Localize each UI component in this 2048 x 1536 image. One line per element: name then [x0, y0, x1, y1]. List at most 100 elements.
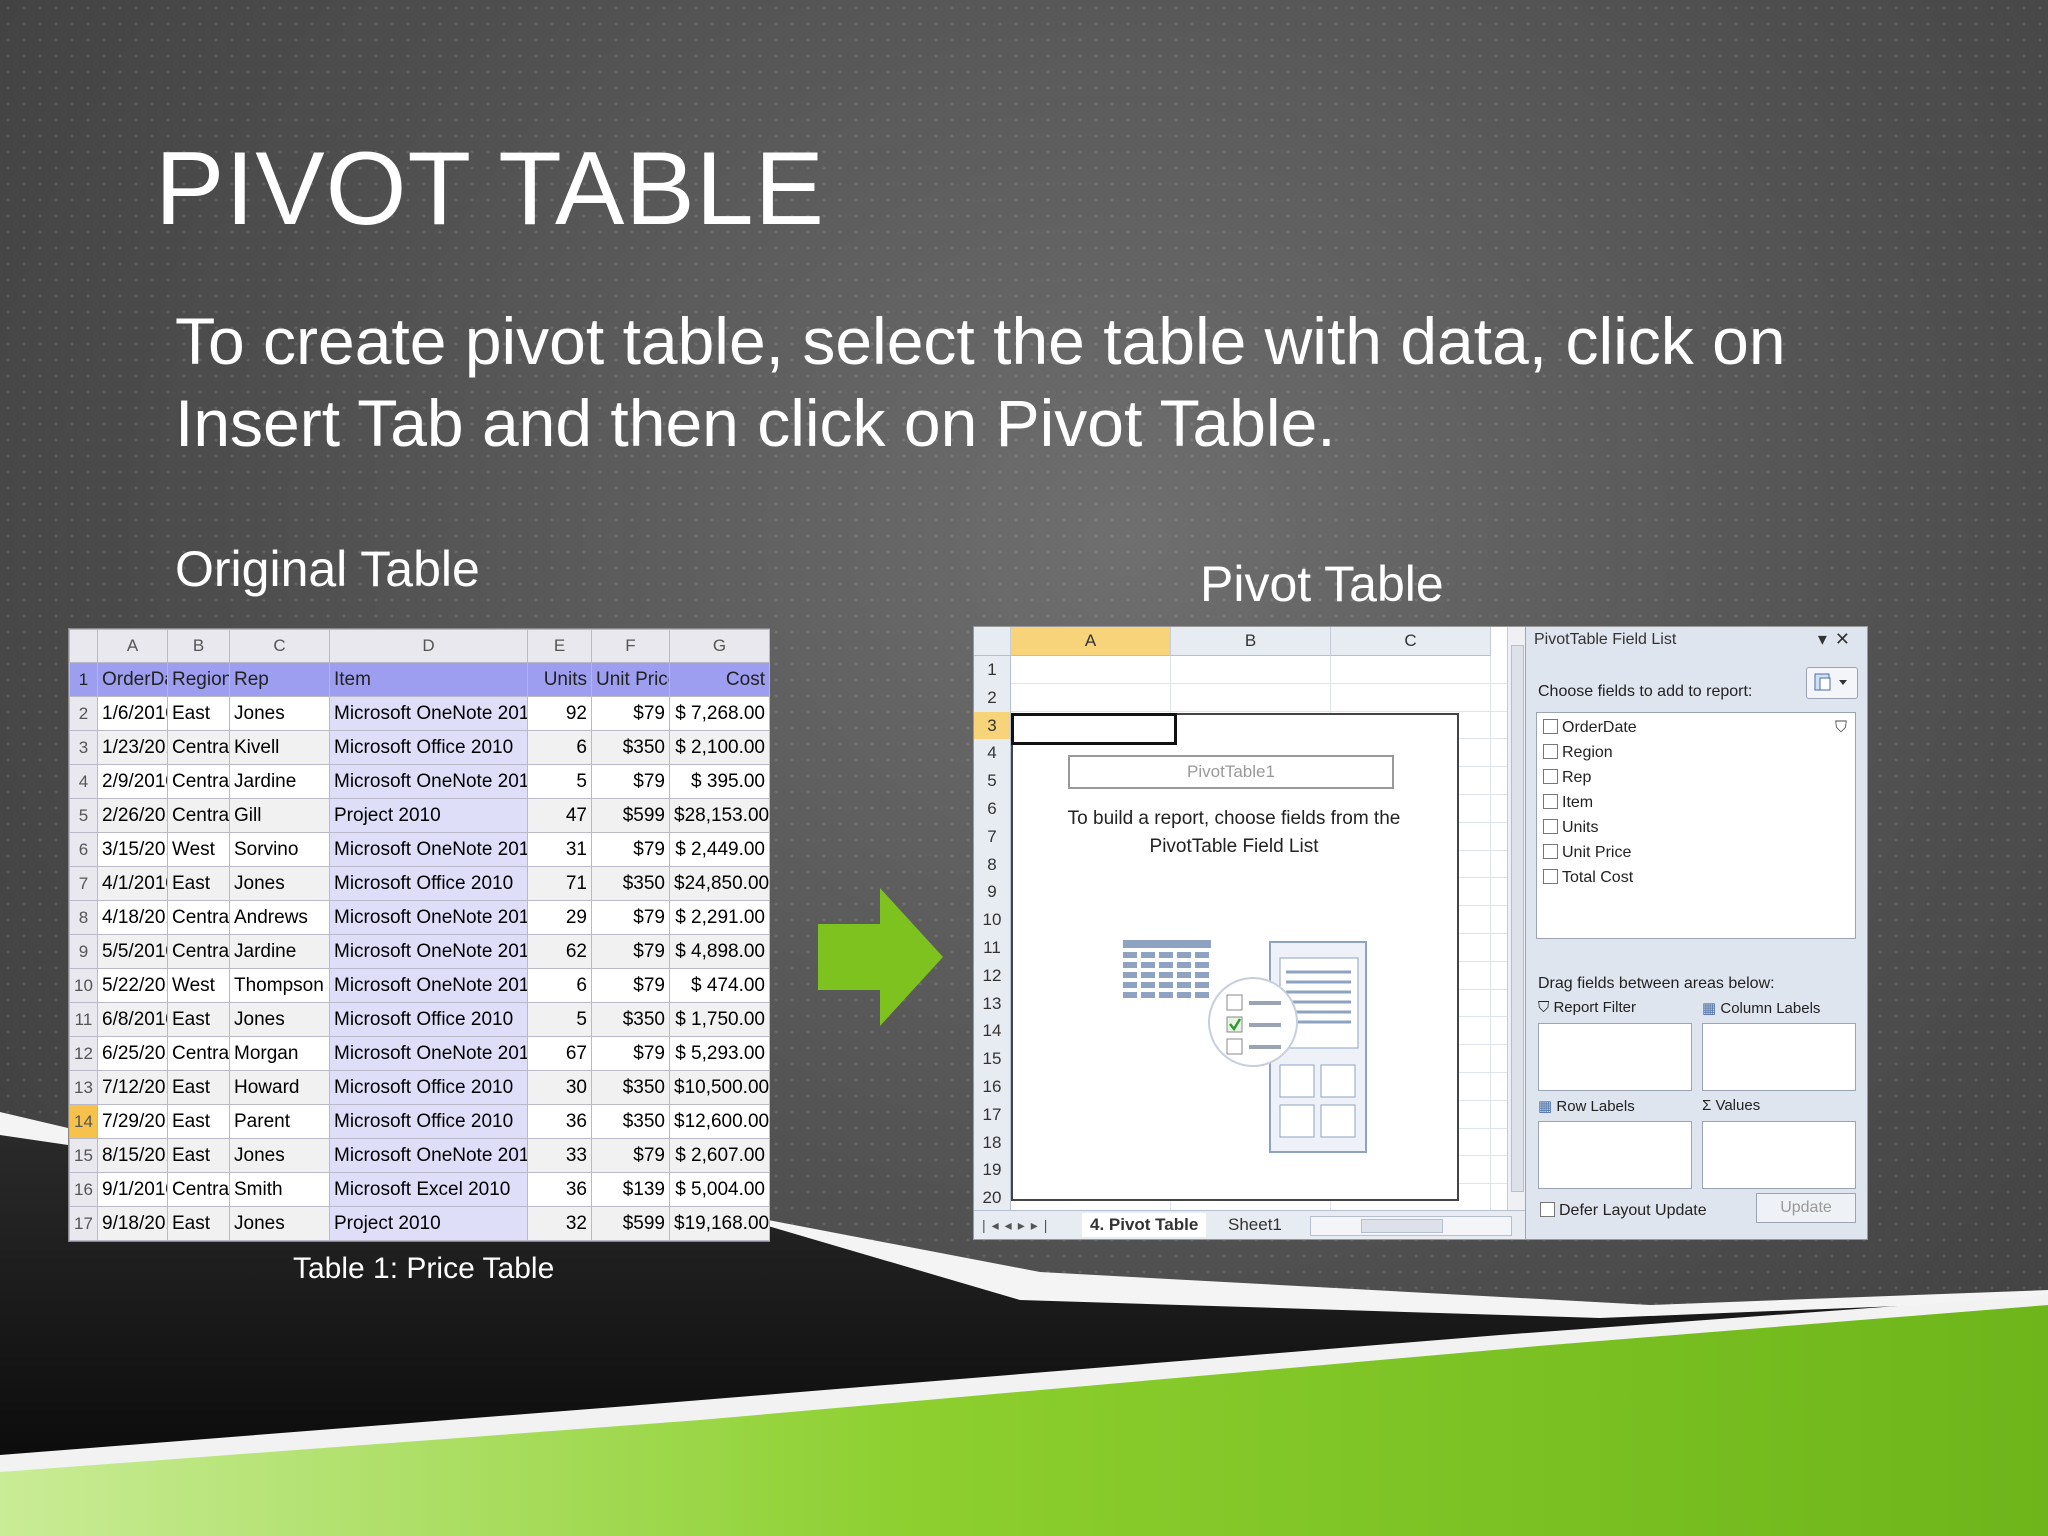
field-item[interactable]: Region — [1543, 742, 1613, 764]
table-cell: Kivell — [229, 730, 330, 765]
pivot-table-placeholder[interactable]: PivotTable1 To build a report, choose fi… — [1011, 713, 1459, 1201]
row-header[interactable]: 9 — [974, 878, 1011, 908]
scroll-thumb[interactable] — [1361, 1219, 1443, 1233]
close-icon[interactable]: ✕ — [1835, 629, 1858, 649]
column-header-c[interactable]: C — [1331, 627, 1491, 656]
field-checkbox[interactable] — [1543, 844, 1558, 859]
original-table-image: A B C D E F G 1OrderDatRegionRepItemUnit… — [68, 628, 770, 1242]
defer-checkbox[interactable] — [1540, 1202, 1555, 1217]
table-cell: Central — [167, 1172, 230, 1207]
field-checkbox[interactable] — [1543, 794, 1558, 809]
report-filter-area[interactable] — [1538, 1023, 1692, 1091]
row-header[interactable]: 5 — [974, 767, 1011, 796]
row-header[interactable]: 12 — [974, 961, 1011, 991]
filter-icon: ⛉ — [1538, 999, 1550, 1016]
row-header[interactable]: 4 — [974, 739, 1011, 769]
header-cell: OrderDat — [97, 662, 168, 697]
field-item[interactable]: Units — [1543, 817, 1598, 839]
corner-cell[interactable] — [974, 627, 1011, 656]
row-header[interactable]: 11 — [974, 934, 1011, 963]
row-header[interactable]: 10 — [974, 906, 1011, 935]
layout-icon — [1814, 673, 1847, 691]
column-labels-area[interactable] — [1702, 1023, 1856, 1091]
column-header-row: A B C D E F G — [69, 629, 770, 663]
row-header[interactable]: 1 — [974, 656, 1011, 685]
field-item[interactable]: OrderDate — [1543, 717, 1637, 739]
right-arrow-icon — [818, 888, 943, 1026]
dropdown-icon[interactable]: ▾ — [1818, 629, 1835, 649]
row-header[interactable]: 18 — [974, 1128, 1011, 1158]
row-header[interactable]: 13 — [974, 989, 1011, 1019]
sheet-nav-arrows-icon[interactable]: |◂◂▸▸| — [982, 1213, 1053, 1237]
field-checkbox[interactable] — [1543, 719, 1558, 734]
header-cell: Item — [329, 662, 528, 697]
row-labels-area[interactable] — [1538, 1121, 1692, 1189]
table-cell: West — [167, 832, 230, 867]
tab-4-pivot-table[interactable]: 4. Pivot Table — [1082, 1213, 1207, 1237]
label-pivot-table: Pivot Table — [1200, 556, 1444, 612]
table-cell: East — [167, 696, 230, 731]
values-area[interactable] — [1702, 1121, 1856, 1189]
row-header[interactable]: 8 — [974, 850, 1011, 880]
table-cell: Project 2010 — [329, 798, 528, 833]
row-header[interactable]: 15 — [974, 1045, 1011, 1074]
gridline — [1011, 682, 1507, 684]
field-item[interactable]: Item — [1543, 792, 1593, 814]
row-header[interactable]: 17 — [974, 1100, 1011, 1130]
table-cell: $350 — [591, 1070, 670, 1105]
table-cell: East — [167, 866, 230, 901]
column-header-a[interactable]: A — [1011, 627, 1171, 656]
column-header: A — [97, 629, 168, 663]
row-header[interactable]: 2 — [974, 683, 1011, 713]
field-checkbox[interactable] — [1543, 869, 1558, 884]
layout-options-button[interactable] — [1806, 667, 1858, 699]
table-cell: Sorvino — [229, 832, 330, 867]
tab-sheet1[interactable]: Sheet1 — [1220, 1213, 1290, 1237]
table-cell: 67 — [527, 1036, 592, 1071]
field-checkbox[interactable] — [1543, 769, 1558, 784]
table-cell: 1/6/2010 — [97, 696, 168, 731]
row-header[interactable]: 20 — [974, 1184, 1011, 1213]
row-header[interactable]: 16 — [974, 1073, 1011, 1102]
column-header: F — [591, 629, 670, 663]
pivot-field-list-pane: PivotTable Field List ▾✕ Choose fields t… — [1525, 627, 1867, 1239]
row-labels-label: ▦ Row Labels — [1538, 1098, 1635, 1115]
table-cell: 62 — [527, 934, 592, 969]
field-checkbox[interactable] — [1543, 744, 1558, 759]
table-cell: 7/29/2010 — [97, 1104, 168, 1139]
row-header[interactable]: 3 — [974, 711, 1011, 741]
table-cell: Central — [167, 798, 230, 833]
table-cell: Central — [167, 934, 230, 969]
field-item[interactable]: Total Cost — [1543, 867, 1633, 889]
row-number: 10 — [69, 968, 98, 1003]
gridline — [1490, 656, 1491, 1211]
table-cell: Microsoft OneNote 2010 — [329, 1036, 528, 1071]
defer-layout-update[interactable]: Defer Layout Update — [1540, 1202, 1707, 1220]
column-header-b[interactable]: B — [1171, 627, 1331, 656]
label-original-table: Original Table — [175, 541, 480, 597]
row-header[interactable]: 19 — [974, 1156, 1011, 1186]
table-cell: $350 — [591, 1002, 670, 1037]
table-cell: $350 — [591, 1104, 670, 1139]
row-number: 15 — [69, 1138, 98, 1173]
row-header[interactable]: 6 — [974, 795, 1011, 824]
horizontal-scrollbar[interactable] — [1310, 1216, 1512, 1236]
table-cell: $24,850.00 — [669, 866, 770, 901]
row-header[interactable]: 14 — [974, 1017, 1011, 1047]
vertical-scrollbar[interactable] — [1507, 627, 1526, 1210]
field-item[interactable]: Unit Price — [1543, 842, 1631, 864]
update-button[interactable]: Update — [1756, 1193, 1856, 1223]
selected-cell[interactable] — [1011, 713, 1177, 745]
table-cell: Jones — [229, 696, 330, 731]
field-label: Rep — [1562, 769, 1592, 786]
table-cell: Howard — [229, 1070, 330, 1105]
field-item[interactable]: Rep — [1543, 767, 1591, 789]
table-row: 74/1/2010EastJonesMicrosoft Office 20107… — [69, 866, 770, 901]
row-header[interactable]: 7 — [974, 822, 1011, 852]
table-cell: West — [167, 968, 230, 1003]
scroll-thumb[interactable] — [1511, 645, 1524, 1192]
row-number: 5 — [69, 798, 98, 833]
field-checkbox[interactable] — [1543, 819, 1558, 834]
table-cell: Jones — [229, 1002, 330, 1037]
field-label: Region — [1562, 744, 1613, 761]
